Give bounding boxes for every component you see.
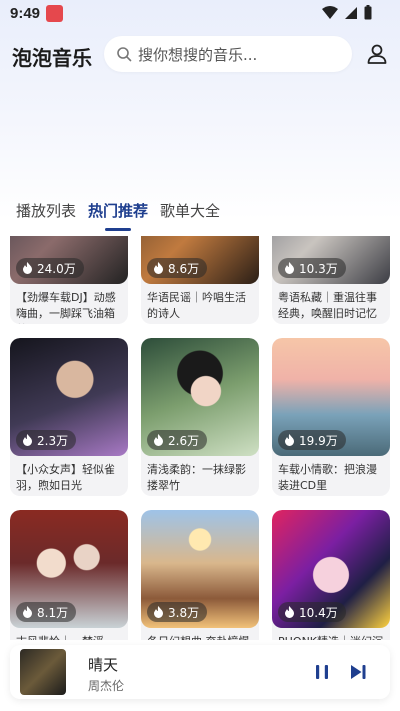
tab-bar: 播放列表 热门推荐 歌单大全: [16, 200, 220, 229]
status-time: 9:49: [10, 5, 41, 22]
fire-icon: [154, 262, 163, 274]
playlist-name: 清浅柔韵：一抹绿影搂翠竹: [147, 463, 246, 492]
play-count: 8.6万: [168, 261, 200, 276]
song-title: 晴天: [88, 656, 119, 674]
music-notification-icon: [46, 5, 63, 22]
wifi-icon: [322, 5, 338, 19]
search-input[interactable]: 搜你想搜的音乐...: [104, 36, 352, 72]
play-count: 2.3万: [37, 433, 69, 448]
playlist-card[interactable]: 10.3万 粤语私藏｜重温往事经典，唤醒旧时记忆: [272, 236, 390, 324]
playlist-name: 【劲爆车载DJ】动感嗨曲，一脚踩飞油箱盖: [16, 291, 116, 324]
play-count: 10.3万: [299, 261, 338, 276]
play-count: 2.6万: [168, 433, 200, 448]
play-count-badge: 24.0万: [16, 258, 84, 278]
playlist-card[interactable]: 2.6万 清浅柔韵：一抹绿影搂翠竹: [141, 338, 259, 496]
playlist-cover: 10.4万: [272, 510, 390, 628]
mini-player[interactable]: 晴天 周杰伦: [10, 645, 390, 699]
play-count-badge: 8.6万: [147, 258, 208, 278]
play-count: 8.1万: [37, 605, 69, 620]
next-track-icon[interactable]: [348, 662, 368, 682]
playlist-card[interactable]: 8.6万 华语民谣｜吟唱生活的诗人: [141, 236, 259, 324]
playlist-cover: 8.1万: [10, 510, 128, 628]
album-art[interactable]: [20, 649, 66, 695]
playlist-cover: 10.3万: [272, 236, 390, 284]
fire-icon: [23, 262, 32, 274]
status-icons: [322, 5, 372, 20]
signal-icon: [345, 6, 357, 19]
playlist-card[interactable]: 10.4万 PHONK精选｜迷幻沉醉，彻底疯狂: [272, 510, 390, 640]
play-count-badge: 3.8万: [147, 602, 208, 622]
playlist-name: 【小众女声】轻似雀羽，煦如日光: [16, 463, 115, 492]
playlist-cover: 24.0万: [10, 236, 128, 284]
playlist-name: 华语民谣｜吟唱生活的诗人: [147, 291, 246, 320]
playlist-name: PHONK精选｜迷幻沉醉，彻底疯狂: [272, 628, 390, 640]
pause-icon[interactable]: [312, 662, 332, 682]
playlist-card[interactable]: 19.9万 车载小情歌：把浪漫装进CD里: [272, 338, 390, 496]
play-count-badge: 10.4万: [278, 602, 346, 622]
play-count-badge: 2.6万: [147, 430, 208, 450]
fire-icon: [23, 606, 32, 618]
play-count: 10.4万: [299, 605, 338, 620]
play-count: 24.0万: [37, 261, 76, 276]
playlist-cover: 2.3万: [10, 338, 128, 456]
play-count-badge: 10.3万: [278, 258, 346, 278]
playlist-name: 冬日幻想曲 奔赴憧憬中的小确幸: [141, 628, 259, 640]
fire-icon: [285, 262, 294, 274]
user-profile-icon[interactable]: [366, 43, 388, 65]
playlist-name: 车载小情歌：把浪漫装进CD里: [278, 463, 377, 492]
search-icon: [117, 47, 132, 62]
fire-icon: [154, 434, 163, 446]
play-count-badge: 19.9万: [278, 430, 346, 450]
playlist-card[interactable]: 3.8万 冬日幻想曲 奔赴憧憬中的小确幸: [141, 510, 259, 640]
playlist-cover: 8.6万: [141, 236, 259, 284]
playlist-card[interactable]: 8.1万 古风悲怆｜一梦浮生，相思寄昭昭: [10, 510, 128, 640]
app-title: 泡泡音乐: [12, 46, 92, 70]
fire-icon: [285, 434, 294, 446]
tab-hot-recommend[interactable]: 热门推荐: [88, 200, 148, 229]
playlist-name: 粤语私藏｜重温往事经典，唤醒旧时记忆: [278, 291, 377, 320]
play-count: 3.8万: [168, 605, 200, 620]
playlist-grid: 24.0万 【劲爆车载DJ】动感嗨曲，一脚踩飞油箱盖 8.6万 华语民谣｜吟唱生…: [10, 236, 390, 640]
playlist-cover: 19.9万: [272, 338, 390, 456]
fire-icon: [23, 434, 32, 446]
play-count-badge: 8.1万: [16, 602, 77, 622]
battery-icon: [364, 5, 372, 20]
search-placeholder: 搜你想搜的音乐...: [138, 45, 258, 64]
tab-playlist[interactable]: 播放列表: [16, 200, 76, 229]
play-count: 19.9万: [299, 433, 338, 448]
playlist-cover: 2.6万: [141, 338, 259, 456]
playlist-name: 古风悲怆｜一梦浮生，相思寄昭昭: [10, 628, 128, 640]
tab-all-playlists[interactable]: 歌单大全: [160, 200, 220, 229]
status-bar: 9:49: [0, 0, 400, 28]
playlist-grid-viewport[interactable]: 24.0万 【劲爆车载DJ】动感嗨曲，一脚踩飞油箱盖 8.6万 华语民谣｜吟唱生…: [0, 236, 400, 640]
fire-icon: [285, 606, 294, 618]
playlist-card[interactable]: 24.0万 【劲爆车载DJ】动感嗨曲，一脚踩飞油箱盖: [10, 236, 128, 324]
playlist-card[interactable]: 2.3万 【小众女声】轻似雀羽，煦如日光: [10, 338, 128, 496]
play-count-badge: 2.3万: [16, 430, 77, 450]
artist-name: 周杰伦: [88, 679, 125, 693]
fire-icon: [154, 606, 163, 618]
playlist-cover: 3.8万: [141, 510, 259, 628]
